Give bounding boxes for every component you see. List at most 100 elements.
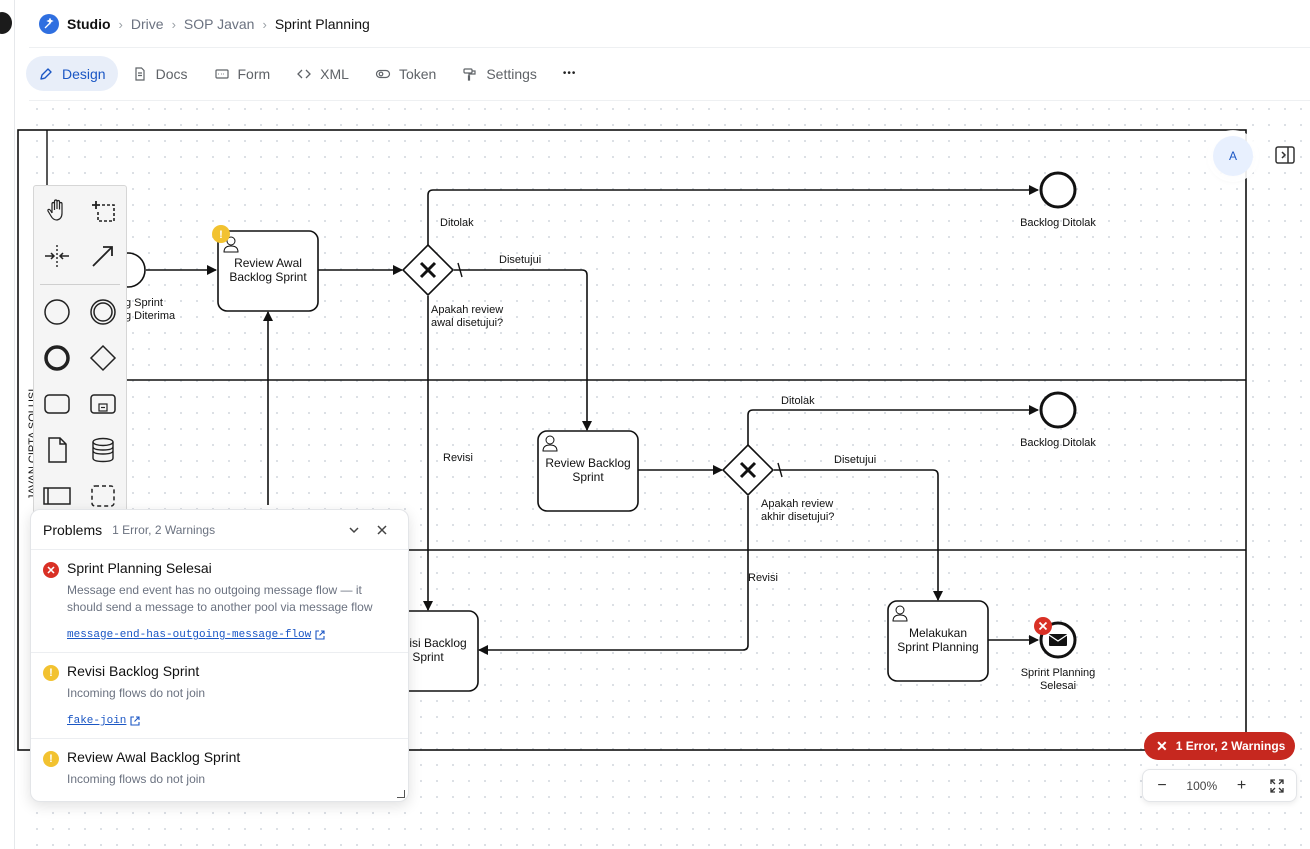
hand-tool[interactable] [41,194,73,226]
flow-label: Ditolak [781,395,815,407]
issues-badge-text: 1 Error, 2 Warnings [1175,739,1286,753]
zoom-level[interactable]: 100% [1186,779,1217,793]
problem-title: Revisi Backlog Sprint [67,663,200,679]
start-event-label: g Diterima [125,310,176,322]
tool-palette [33,185,127,515]
gateway-label: akhir disetujui? [761,511,834,523]
task-label: Sprint Planning [897,640,978,654]
issues-badge[interactable]: ✕ 1 Error, 2 Warnings [1144,732,1296,760]
problems-title: Problems [43,521,103,538]
palette-separator [40,284,120,285]
sequence-flow-revisi[interactable] [478,496,749,655]
error-icon: ✕ [1156,737,1168,754]
rule-link[interactable]: fake-join [67,801,140,802]
problem-message: Message end event has no outgoing messag… [67,583,373,614]
end-event-ditolak[interactable] [1039,171,1077,209]
create-end-event[interactable] [41,342,73,374]
sequence-flow-disetujui[interactable] [774,469,943,601]
zoom-out-button[interactable]: − [1151,775,1173,797]
warning-icon: ! [43,751,59,767]
gateway-label: Apakah review [431,304,503,316]
error-icon: ✕ [43,562,59,578]
problems-count: 1 Error, 2 Warnings [112,522,216,537]
group-icon [91,485,115,507]
properties-panel-toggle[interactable] [1274,144,1296,166]
svg-text:!: ! [219,229,223,241]
sequence-flow-ditolak[interactable] [427,185,1039,246]
create-pool[interactable] [41,480,73,512]
rule-link-text: message-end-has-outgoing-message-flow [67,629,312,641]
pool-icon [43,487,71,505]
create-subprocess[interactable] [87,388,119,420]
lasso-tool-icon [92,201,115,222]
rule-link[interactable]: fake-join [67,715,140,727]
end-event-icon [44,345,70,371]
flow-label: Ditolak [440,217,474,229]
connect-tool-icon [92,246,113,267]
problem-title: Review Awal Backlog Sprint [67,749,241,765]
gateway-label: Apakah review [761,498,833,510]
close-icon [377,524,387,535]
problem-item[interactable]: ✕ Sprint Planning Selesai Message end ev… [31,550,408,653]
subprocess-icon [90,394,116,414]
resize-handle[interactable] [397,790,405,798]
start-event-label: g Sprint [125,297,163,309]
external-link-icon [130,716,140,726]
lasso-tool[interactable] [87,194,119,226]
connect-tool[interactable] [87,240,119,272]
task-label: Sprint [412,650,444,664]
end-event-label: Selesai [1040,680,1076,692]
fullscreen-icon [1270,778,1284,793]
task-label: Sprint [572,470,604,484]
problems-header: Problems 1 Error, 2 Warnings [31,510,408,550]
sidebar-toggle-icon [1275,146,1295,164]
task-icon [44,394,70,414]
create-data-store[interactable] [87,434,119,466]
rule-link-text: fake-join [67,715,127,727]
end-event-label: Backlog Ditolak [1020,437,1096,449]
problem-message: Incoming flows do not join [67,686,206,700]
create-data-object[interactable] [41,434,73,466]
external-link-icon [315,630,325,640]
problems-panel: Problems 1 Error, 2 Warnings ✕ Sprint Pl… [30,509,409,802]
start-event-icon [44,299,70,325]
gateway-label: awal disetujui? [431,317,503,329]
sequence-flow-disetujui[interactable] [454,269,592,431]
end-event-label: Backlog Ditolak [1020,217,1096,229]
warning-icon: ! [43,665,59,681]
zoom-controls: − 100% + [1142,769,1297,802]
problem-title: Sprint Planning Selesai [67,560,212,576]
zoom-in-button[interactable]: + [1231,775,1253,797]
envelope-icon [1049,634,1067,646]
problem-item[interactable]: ! Revisi Backlog Sprint Incoming flows d… [31,653,408,739]
hand-tool-icon [47,199,63,221]
space-tool-icon [45,245,69,267]
task-label: Review Awal [234,256,302,270]
collapse-button[interactable] [340,516,368,544]
rule-link[interactable]: message-end-has-outgoing-message-flow [67,629,325,641]
gateway-icon [89,344,117,372]
flow-label: Revisi [748,572,778,584]
rule-link-text: fake-join [67,801,126,802]
flow-label: Disetujui [499,254,541,266]
space-tool[interactable] [41,240,73,272]
avatar[interactable]: A [1213,136,1253,176]
create-intermediate-event[interactable] [87,296,119,328]
data-store-icon [92,437,114,463]
end-event-label: Sprint Planning [1021,667,1096,679]
create-gateway[interactable] [87,342,119,374]
task-label: Melakukan [909,626,967,640]
sequence-flow-ditolak[interactable] [747,405,1039,446]
end-event-ditolak[interactable] [1039,391,1077,429]
task-label: Backlog Sprint [229,270,307,284]
intermediate-event-icon [90,299,116,325]
problem-item[interactable]: ! Review Awal Backlog Sprint Incoming fl… [31,739,408,802]
close-button[interactable] [368,516,396,544]
fit-view-button[interactable] [1266,775,1288,797]
task-label: isi Backlog [409,636,466,650]
create-group[interactable] [87,480,119,512]
flow-label: Revisi [443,452,473,464]
create-task[interactable] [41,388,73,420]
task-label: Review Backlog [545,456,630,470]
create-start-event[interactable] [41,296,73,328]
